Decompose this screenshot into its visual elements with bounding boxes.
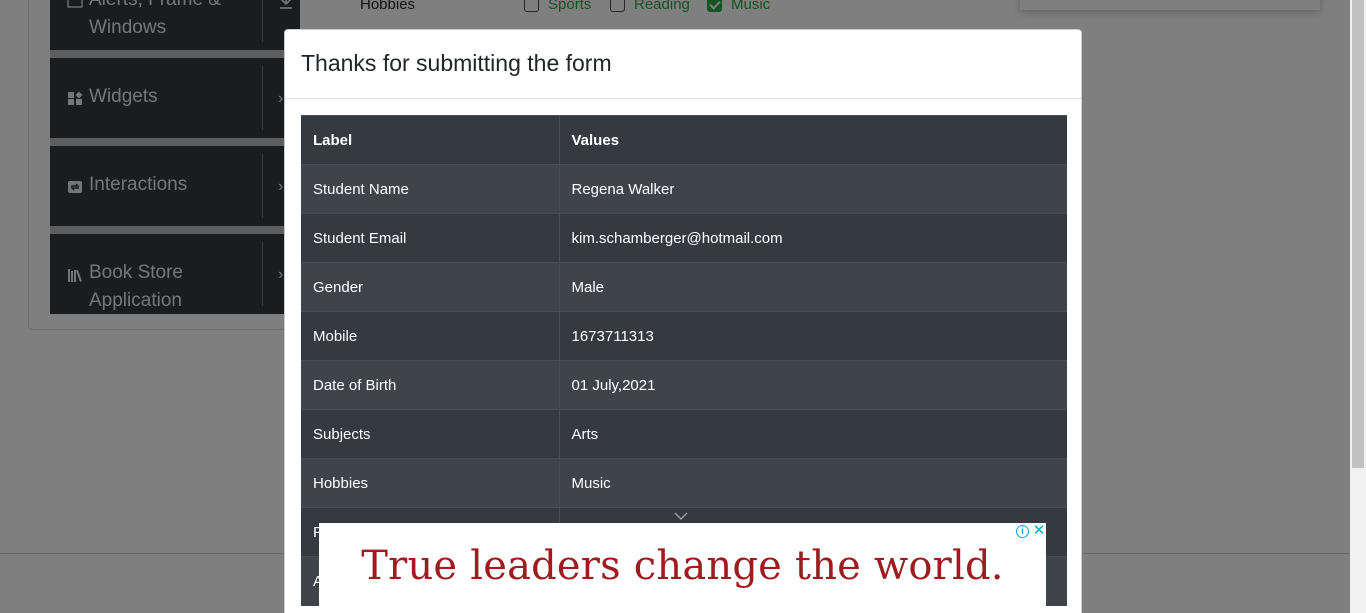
row-value: 1673711313	[559, 311, 1067, 361]
column-header-values: Values	[559, 115, 1067, 165]
row-value: 01 July,2021	[559, 360, 1067, 410]
table-row: Hobbies Music	[301, 458, 1067, 508]
row-value: Music	[559, 458, 1067, 508]
row-label: Student Name	[301, 164, 560, 214]
row-label: Subjects	[301, 409, 560, 459]
modal-header: Thanks for submitting the form	[285, 30, 1081, 99]
info-icon[interactable]: i	[1016, 525, 1029, 538]
row-label: Gender	[301, 262, 560, 312]
row-label: Date of Birth	[301, 360, 560, 410]
table-row: Student Email kim.schamberger@hotmail.co…	[301, 213, 1067, 263]
row-value: kim.schamberger@hotmail.com	[559, 213, 1067, 263]
advertisement-banner[interactable]: True leaders change the world. i ✕	[319, 523, 1046, 613]
row-value: Male	[559, 262, 1067, 312]
table-row: Subjects Arts	[301, 409, 1067, 459]
ad-headline[interactable]: True leaders change the world.	[319, 543, 1046, 589]
row-label: Hobbies	[301, 458, 560, 508]
table-row: Date of Birth 01 July,2021	[301, 360, 1067, 410]
column-header-label: Label	[301, 115, 560, 165]
row-label: Mobile	[301, 311, 560, 361]
row-value: Regena Walker	[559, 164, 1067, 214]
table-row: Mobile 1673711313	[301, 311, 1067, 361]
table-row: Gender Male	[301, 262, 1067, 312]
close-icon[interactable]: ✕	[1032, 523, 1046, 539]
row-value: Arts	[559, 409, 1067, 459]
row-label: Student Email	[301, 213, 560, 263]
scrollbar-thumb[interactable]	[1352, 0, 1364, 468]
page-scrollbar[interactable]	[1350, 0, 1366, 613]
table-header-row: Label Values	[301, 115, 1067, 165]
table-row: Student Name Regena Walker	[301, 164, 1067, 214]
modal-title: Thanks for submitting the form	[301, 50, 612, 77]
chevron-down-icon[interactable]	[673, 510, 689, 522]
